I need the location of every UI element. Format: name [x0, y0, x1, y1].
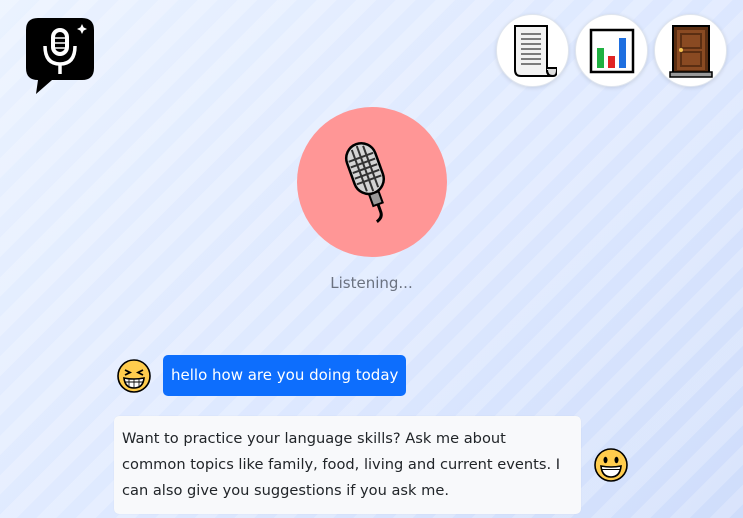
microphone-button[interactable] [297, 107, 447, 257]
bar-chart-icon [589, 28, 634, 73]
scroll-page-icon [513, 24, 557, 77]
grinning-face-icon [594, 448, 628, 482]
assistant-message-bubble: Want to practice your language skills? A… [114, 416, 581, 514]
studio-microphone-icon [344, 142, 386, 223]
grinning-squinting-face-icon [117, 358, 151, 393]
podcast-mic-logo-icon [26, 18, 94, 94]
user-avatar [116, 358, 152, 394]
top-toolbar [496, 14, 727, 87]
door-icon [668, 24, 713, 78]
user-message: hello how are you doing today [116, 355, 407, 396]
app-logo [22, 14, 98, 96]
assistant-avatar [593, 447, 629, 483]
listening-status: Listening... [330, 274, 413, 292]
exit-button[interactable] [654, 14, 727, 87]
transcript-button[interactable] [496, 14, 569, 87]
assistant-message: Want to practice your language skills? A… [114, 416, 629, 514]
user-message-bubble: hello how are you doing today [163, 355, 407, 396]
stats-button[interactable] [575, 14, 648, 87]
